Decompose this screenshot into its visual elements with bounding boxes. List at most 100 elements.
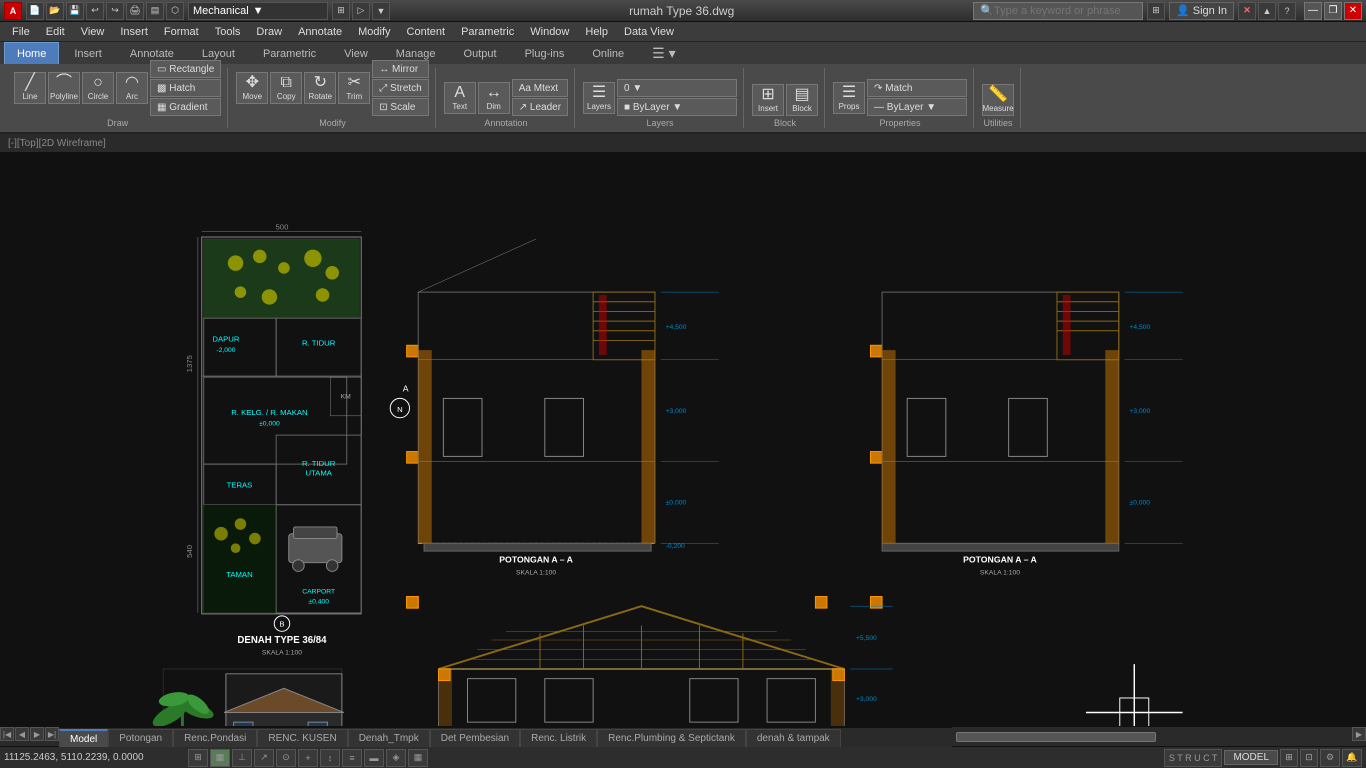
viewport-icon2[interactable]: ⊡	[1300, 749, 1318, 767]
tab-nav-next[interactable]: ▶	[30, 727, 44, 741]
info-icon[interactable]: ▲	[1258, 2, 1276, 20]
menu-annotate[interactable]: Annotate	[290, 22, 350, 42]
leader-button[interactable]: ↗ Leader	[512, 98, 568, 116]
menu-view[interactable]: View	[73, 22, 113, 42]
tab-renc-listrik[interactable]: Renc. Listrik	[520, 729, 597, 747]
menu-format[interactable]: Format	[156, 22, 207, 42]
icon2[interactable]: ▷	[352, 2, 370, 20]
color-selector[interactable]: ■ ByLayer ▼	[617, 98, 737, 116]
redo-icon[interactable]: ↪	[106, 2, 124, 20]
insert-block-button[interactable]: ⊞ Insert	[752, 84, 784, 116]
mtext-button[interactable]: Aa Mtext	[512, 79, 568, 97]
scale-button[interactable]: ⊡ Scale	[372, 98, 428, 116]
search-box[interactable]: 🔍	[973, 2, 1143, 20]
snap-icon[interactable]: ⊞	[188, 749, 208, 767]
sign-in-button[interactable]: 👤 Sign In	[1169, 2, 1234, 20]
polar-icon[interactable]: ↗	[254, 749, 274, 767]
annot-scale-icon[interactable]: S T R U C T	[1164, 749, 1223, 767]
plot-icon[interactable]: ▤	[146, 2, 164, 20]
maximize-button[interactable]: ❐	[1324, 2, 1342, 20]
search-input[interactable]	[994, 5, 1136, 17]
close-button[interactable]: ✕	[1344, 2, 1362, 20]
rectangle-button[interactable]: ▭ Rectangle	[150, 60, 221, 78]
tab-renc-plumbing[interactable]: Renc.Plumbing & Septictank	[597, 729, 746, 747]
print-icon[interactable]: 🖨	[126, 2, 144, 20]
osnap-icon[interactable]: ⊙	[276, 749, 296, 767]
settings-icon[interactable]: ⚙	[1320, 749, 1340, 767]
tab-renc-pondasi[interactable]: Renc.Pondasi	[173, 729, 257, 747]
menu-tools[interactable]: Tools	[207, 22, 249, 42]
tab-potongan[interactable]: Potongan	[108, 729, 173, 747]
save-icon[interactable]: 💾	[66, 2, 84, 20]
line-button[interactable]: ╱ Line	[14, 72, 46, 104]
tab-model[interactable]: Model	[59, 729, 108, 747]
mirror-button[interactable]: ↔ Mirror	[372, 60, 428, 78]
tab-plugins[interactable]: Plug-ins	[512, 42, 578, 64]
trans-icon[interactable]: ◈	[386, 749, 406, 767]
layer-selector[interactable]: 0 ▼	[617, 79, 737, 97]
undo-icon[interactable]: ↩	[86, 2, 104, 20]
hscroll-right[interactable]: ▶	[1352, 727, 1366, 741]
menu-window[interactable]: Window	[522, 22, 577, 42]
menu-file[interactable]: File	[4, 22, 38, 42]
grid-icon[interactable]: ▦	[210, 749, 230, 767]
arc-button[interactable]: ◠ Arc	[116, 72, 148, 104]
tab-output[interactable]: Output	[451, 42, 510, 64]
notification-icon[interactable]: 🔔	[1342, 749, 1362, 767]
ortho-icon[interactable]: ⊥	[232, 749, 252, 767]
minimize-button[interactable]: —	[1304, 2, 1322, 20]
rotate-button[interactable]: ↻ Rotate	[304, 72, 336, 104]
menu-insert[interactable]: Insert	[112, 22, 156, 42]
ducs-icon[interactable]: ↕	[320, 749, 340, 767]
copy-button[interactable]: ⧉ Copy	[270, 72, 302, 104]
menu-modify[interactable]: Modify	[350, 22, 398, 42]
menu-parametric[interactable]: Parametric	[453, 22, 522, 42]
move-button[interactable]: ✥ Move	[236, 72, 268, 104]
cad-canvas[interactable]: DAPUR -2,000 R. TIDUR R. KELG. / R. MAKA…	[0, 152, 1366, 726]
workspace-dropdown-icon[interactable]: ▼	[253, 5, 264, 17]
menu-dataview[interactable]: Data View	[616, 22, 682, 42]
linetype-selector[interactable]: — ByLayer ▼	[867, 98, 967, 116]
workspace-selector[interactable]: Mechanical ▼	[188, 2, 328, 20]
dimension-button[interactable]: ↔ Dim	[478, 82, 510, 114]
tab-online[interactable]: Online	[579, 42, 637, 64]
viewport-icon1[interactable]: ⊞	[1280, 749, 1298, 767]
tab-denah-tmpk[interactable]: Denah_Tmpk	[348, 729, 430, 747]
icon1[interactable]: ⊞	[332, 2, 350, 20]
close-app-icon[interactable]: ✕	[1238, 2, 1256, 20]
icon3[interactable]: ▼	[372, 2, 390, 20]
lw-icon[interactable]: ▬	[364, 749, 384, 767]
help-icon[interactable]: ?	[1278, 2, 1296, 20]
stretch-button[interactable]: ⤢ Stretch	[372, 79, 428, 97]
hatch-button[interactable]: ▩ Hatch	[150, 79, 221, 97]
tab-nav-prev[interactable]: ◀	[15, 727, 29, 741]
match-props-button[interactable]: ↷ Match	[867, 79, 967, 97]
new-icon[interactable]: 📄	[26, 2, 44, 20]
open-icon[interactable]: 📂	[46, 2, 64, 20]
sel-icon[interactable]: ▦	[408, 749, 428, 767]
create-block-button[interactable]: ▤ Block	[786, 84, 818, 116]
layers-button[interactable]: ☰ Layers	[583, 82, 615, 114]
tab-nav-last[interactable]: ▶|	[45, 727, 59, 741]
3d-icon[interactable]: ⬡	[166, 2, 184, 20]
tab-extra[interactable]: ☰ ▾	[639, 42, 688, 64]
menu-draw[interactable]: Draw	[248, 22, 290, 42]
tab-det-pembesian[interactable]: Det Pembesian	[430, 729, 520, 747]
menu-edit[interactable]: Edit	[38, 22, 73, 42]
circle-button[interactable]: ○ Circle	[82, 72, 114, 104]
text-button[interactable]: A Text	[444, 82, 476, 114]
polyline-button[interactable]: ⌒ Polyline	[48, 72, 80, 104]
menu-content[interactable]: Content	[399, 22, 454, 42]
icon4[interactable]: ⊞	[1147, 2, 1165, 20]
tab-renc-kusen[interactable]: RENC. KUSEN	[257, 729, 347, 747]
tab-denah-tampak[interactable]: denah & tampak	[746, 729, 841, 747]
properties-button[interactable]: ☰ Props	[833, 82, 865, 114]
gradient-button[interactable]: ▦ Gradient	[150, 98, 221, 116]
trim-button[interactable]: ✂ Trim	[338, 72, 370, 104]
tab-nav-first[interactable]: |◀	[0, 727, 14, 741]
otrack-icon[interactable]: +	[298, 749, 318, 767]
dyn-icon[interactable]: ≡	[342, 749, 362, 767]
hscroll-thumb[interactable]	[956, 732, 1156, 742]
measure-button[interactable]: 📏 Measure	[982, 84, 1014, 116]
menu-help[interactable]: Help	[577, 22, 616, 42]
